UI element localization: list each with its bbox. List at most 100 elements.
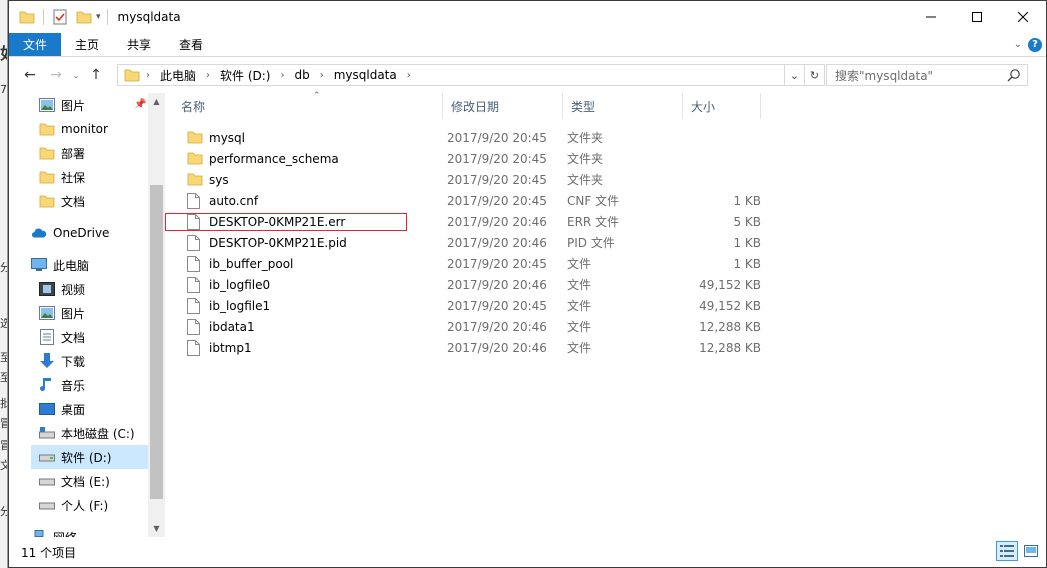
customize-toolbar-chevron-icon[interactable]: ▾ [96,12,101,22]
minimize-button[interactable] [908,1,954,33]
refresh-icon[interactable]: ↻ [804,65,824,85]
nav-item-deploy[interactable]: 部署 [39,141,85,165]
bg-glyph: 7 [0,83,7,96]
chevron-right-icon[interactable]: › [314,70,330,81]
nav-item-downloads[interactable]: 下载 [39,349,85,373]
file-row[interactable]: DESKTOP-0KMP21E.err 2017/9/20 20:46 ERR 文件… [173,211,773,232]
nav-item-documents[interactable]: 文档 [39,325,85,349]
bg-glyph: 分 [0,262,7,274]
file-name-cell: ib_buffer_pool [173,255,413,272]
breadcrumb-db[interactable]: db [290,68,313,82]
address-bar[interactable]: › 此电脑 › 软件 (D:) › db › mysqldata › ⌄ ↻ [117,64,825,86]
maximize-button[interactable] [954,1,1000,33]
up-button[interactable]: ↑ [83,62,109,88]
folder-icon [39,145,55,161]
sort-ascending-icon: ⌃ [313,91,321,101]
nav-item-monitor[interactable]: monitor [39,117,108,141]
nav-item-drive-c[interactable]: 本地磁盘 (C:) [39,421,135,445]
nav-item-drive-f[interactable]: 个人 (F:) [39,493,108,517]
nav-item-social-security[interactable]: 社保 [39,165,85,189]
scroll-down-arrow-icon[interactable]: ▼ [148,520,165,537]
file-name-cell: ibtmp1 [173,339,413,356]
bg-glyph: 如 [0,46,7,62]
folder-icon [39,169,55,185]
drive-icon [39,497,55,513]
recent-locations-chevron-icon[interactable]: ⌄ [69,62,83,88]
new-folder-icon[interactable] [74,7,94,27]
file-row[interactable]: ibtmp1 2017/9/20 20:46 文件 12,288 KB [173,337,773,358]
tab-share[interactable]: 共享 [113,33,165,56]
details-view-icon[interactable] [996,541,1018,561]
nav-item-desktop[interactable]: 桌面 [39,397,85,421]
file-row[interactable]: sys 2017/9/20 20:45 文件夹 [173,169,773,190]
back-button[interactable]: ← [17,62,43,88]
nav-item-label: 部署 [61,146,86,161]
help-icon[interactable]: ? [1028,37,1042,52]
chevron-right-icon[interactable]: › [401,70,417,81]
nav-item-videos[interactable]: 视频 [39,277,85,301]
nav-item-drive-d[interactable]: 软件 (D:) [31,445,148,469]
nav-item-onedrive[interactable]: OneDrive [31,221,109,245]
nav-item-pictures-pinned[interactable]: 图片 [39,93,85,117]
tab-view[interactable]: 查看 [165,33,217,56]
pin-icon[interactable]: 📌 [134,99,146,110]
file-row[interactable]: DESKTOP-0KMP21E.pid 2017/9/20 20:46 PID 文件… [173,232,773,253]
forward-button[interactable]: → [43,62,69,88]
nav-item-documents-folder[interactable]: 文档 [39,189,85,213]
nav-item-this-pc[interactable]: 此电脑 [31,253,89,277]
file-name-cell: DESKTOP-0KMP21E.pid [173,234,413,251]
file-name-cell: ib_logfile0 [173,276,413,293]
breadcrumb-this-pc[interactable]: 此电脑 [156,67,200,84]
explorer-window: ▾ mysqldata 文件 主页 共享 查看 ⌄ ? ← → ⌄ ↑ › 此电… [8,0,1047,568]
file-row[interactable]: ibdata1 2017/9/20 20:46 文件 12,288 KB [173,316,773,337]
file-name: ib_buffer_pool [209,256,294,271]
breadcrumb-drive-d[interactable]: 软件 (D:) [216,67,274,84]
nav-item-network[interactable]: 网络 [31,525,77,537]
music-icon [39,377,55,393]
nav-item-label: OneDrive [53,226,110,240]
chevron-right-icon[interactable]: › [140,70,156,81]
close-button[interactable] [1000,1,1046,33]
nav-item-label: 音乐 [61,378,86,393]
desktop-icon [39,401,55,417]
scroll-up-arrow-icon[interactable]: ▲ [148,93,165,110]
nav-item-music[interactable]: 音乐 [39,373,85,397]
chevron-right-icon[interactable]: › [274,70,290,81]
file-name: DESKTOP-0KMP21E.err [209,214,346,229]
column-header-size[interactable]: 大小 [683,93,761,119]
file-row[interactable]: auto.cnf 2017/9/20 20:45 CNF 文件 1 KB [173,190,773,211]
file-date: 2017/9/20 20:45 [447,172,547,187]
address-history-chevron-icon[interactable]: ⌄ [784,65,804,85]
expand-ribbon-chevron-icon[interactable]: ⌄ [1014,39,1022,50]
file-icon [187,297,203,314]
column-header-date[interactable]: 修改日期 [443,93,563,119]
nav-pane-scrollbar[interactable]: ▲ ▼ [148,93,165,537]
column-header-name[interactable]: 名称 ⌃ [173,91,443,119]
file-row[interactable]: ib_buffer_pool 2017/9/20 20:45 文件 1 KB [173,253,773,274]
bg-glyph: 至 [0,372,7,384]
pictures-icon [39,305,55,321]
scroll-thumb[interactable] [150,185,163,499]
file-type: 文件夹 [567,152,604,166]
file-row[interactable]: ib_logfile0 2017/9/20 20:46 文件 49,152 KB [173,274,773,295]
file-date: 2017/9/20 20:45 [447,130,547,145]
tab-home[interactable]: 主页 [61,33,113,56]
nav-item-label: 桌面 [61,402,86,417]
properties-icon[interactable] [50,7,70,27]
file-icon [187,213,203,230]
search-icon[interactable] [1007,68,1021,85]
chevron-right-icon[interactable]: › [200,70,216,81]
file-row[interactable]: mysql 2017/9/20 20:45 文件夹 [173,127,773,148]
title-bar: ▾ mysqldata [9,1,1046,33]
breadcrumb-mysqldata[interactable]: mysqldata [330,68,401,82]
file-name-cell: performance_schema [173,151,413,167]
search-input[interactable]: 搜索"mysqldata" [826,64,1028,86]
column-header-type[interactable]: 类型 [563,93,683,119]
nav-item-pictures[interactable]: 图片 [39,301,85,325]
file-row[interactable]: ib_logfile1 2017/9/20 20:45 文件 49,152 KB [173,295,773,316]
large-icons-view-icon[interactable] [1020,541,1042,561]
file-row[interactable]: performance_schema 2017/9/20 20:45 文件夹 [173,148,773,169]
tab-file[interactable]: 文件 [9,33,62,56]
nav-item-drive-e[interactable]: 文档 (E:) [39,469,110,493]
window-title: mysqldata [117,10,181,24]
